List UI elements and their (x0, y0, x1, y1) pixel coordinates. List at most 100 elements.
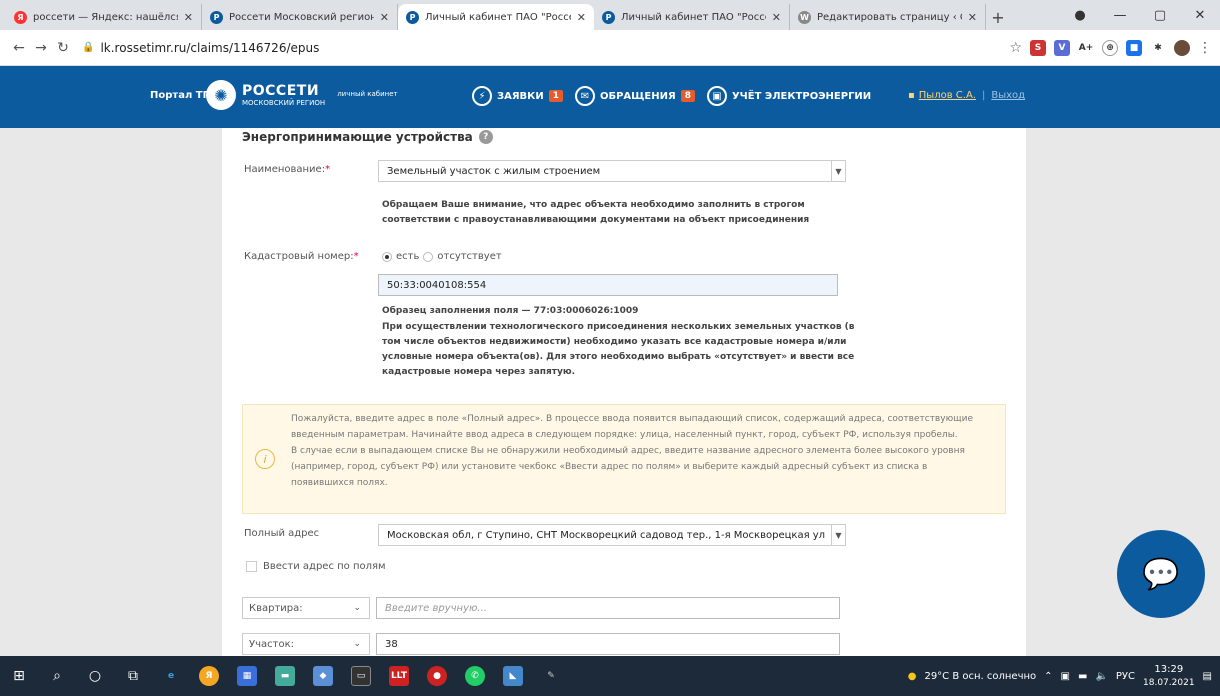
menu-icon[interactable]: ⋮ (1198, 40, 1212, 56)
cortana-icon[interactable]: ○ (76, 656, 114, 696)
star-icon[interactable]: ☆ (1009, 40, 1022, 56)
count-badge: 1 (548, 90, 563, 102)
extensions-bar: ☆ S V A+ ⊕ ■ ✱ ⋮ (1009, 39, 1212, 56)
browser-tab-strip: Я россети — Яндекс: нашёлся 1 млн ✕ Р Ро… (0, 0, 1220, 30)
llt-icon[interactable]: LLT (380, 656, 418, 696)
back-icon[interactable]: ← (8, 40, 30, 56)
extension-icon[interactable]: A+ (1078, 39, 1094, 56)
chevron-up-icon[interactable]: ⌃ (1044, 671, 1052, 682)
system-tray: ● 29°C В осн. солнечно ⌃ ▣ ▬ 🔈 РУС 13:29… (908, 656, 1220, 696)
logout-link[interactable]: Выход (991, 90, 1025, 101)
extension-icon[interactable]: ■ (1126, 39, 1142, 56)
language-indicator[interactable]: РУС (1116, 671, 1135, 682)
volume-icon[interactable]: 🔈 (1095, 671, 1107, 682)
user-name-link[interactable]: Пылов С.А. (919, 90, 976, 101)
globe-icon[interactable]: ⊕ (1102, 39, 1118, 56)
app-icon[interactable]: ◣ (494, 656, 532, 696)
chat-button[interactable]: 💬 (1117, 530, 1205, 618)
address-note: Обращаем Ваше внимание, что адрес объект… (382, 200, 810, 225)
required-mark: * (325, 164, 331, 175)
browser-tab-cabinet[interactable]: Р Личный кабинет ПАО "Россети" ✕ (594, 4, 790, 30)
close-icon[interactable]: ✕ (968, 11, 977, 24)
tab-title: россети — Яндекс: нашёлся 1 млн (33, 11, 178, 23)
name-label: Наименование:* (244, 164, 330, 175)
weather-text[interactable]: 29°C В осн. солнечно (924, 671, 1036, 682)
checkbox[interactable] (246, 561, 257, 572)
name-select[interactable]: Земельный участок с жилым строением ▼ (378, 160, 846, 182)
people-icon[interactable]: ◆ (304, 656, 342, 696)
task-view-icon[interactable]: ⧉ (114, 656, 152, 696)
nav-label: УЧЁТ ЭЛЕКТРОЭНЕРГИИ (731, 90, 872, 102)
help-icon[interactable]: ? (478, 130, 493, 144)
files-icon[interactable]: ▬ (266, 656, 304, 696)
chevron-down-icon: ⌄ (353, 603, 361, 613)
browser-tab-cabinet-active[interactable]: Р Личный кабинет ПАО "Россети" ✕ (398, 4, 594, 30)
checkbox-label: Ввести адрес по полям (263, 561, 386, 572)
forward-icon[interactable]: → (30, 40, 52, 56)
browser-tab-rosseti-region[interactable]: Р Россети Московский регион ✕ (202, 4, 398, 30)
nav-requests[interactable]: ⚡ ЗАЯВКИ 1 (472, 86, 563, 106)
apartment-input[interactable]: Введите вручную... (376, 597, 840, 619)
tab-title: Россети Московский регион (229, 11, 374, 23)
radio-no[interactable] (423, 251, 434, 262)
warning-text: Пожалуйста, введите адрес в поле «Полный… (291, 411, 991, 491)
info-icon: i (255, 449, 275, 469)
whatsapp-icon[interactable]: ✆ (456, 656, 494, 696)
cadastral-input[interactable]: 50:33:0040108:554 (378, 274, 838, 296)
address-bar[interactable]: 🔒 lk.rossetimr.ru/claims/1146726/epus (82, 41, 1009, 55)
browser-tab-edit-page[interactable]: W Редактировать страницу ‹ САЙТ ✕ (790, 4, 986, 30)
extension-icon[interactable]: S (1030, 39, 1046, 56)
page-content: Энергопринимающие устройства ? Наименова… (0, 128, 1220, 656)
close-icon[interactable]: ✕ (380, 11, 389, 24)
plot-input[interactable]: 38 (376, 633, 840, 655)
nav-metering[interactable]: ▣ УЧЁТ ЭЛЕКТРОЭНЕРГИИ (706, 86, 872, 106)
radio-no-label: отсутствует (437, 251, 502, 262)
record-icon[interactable]: ● (418, 656, 456, 696)
logo[interactable]: ✺ РОССЕТИ МОСКОВСКИЙ РЕГИОН личный кабин… (206, 80, 398, 110)
manual-address-checkbox[interactable]: Ввести адрес по полям (246, 561, 386, 572)
minimize-icon[interactable]: — (1100, 8, 1140, 23)
notifications-icon[interactable]: ▤ (1203, 671, 1212, 682)
battery-icon[interactable]: ▬ (1078, 671, 1087, 682)
extension-icon[interactable]: V (1054, 39, 1070, 56)
browser-tab-yandex[interactable]: Я россети — Яндекс: нашёлся 1 млн ✕ (6, 4, 202, 30)
search-icon[interactable]: ⌕ (38, 656, 76, 696)
monitor-icon[interactable]: ▭ (342, 656, 380, 696)
brand-subtitle: МОСКОВСКИЙ РЕГИОН (242, 98, 326, 107)
name-select-value: Земельный участок с жилым строением (387, 165, 601, 177)
clock[interactable]: 13:29 18.07.2021 (1143, 663, 1195, 690)
close-icon[interactable]: ✕ (577, 11, 586, 24)
maximize-icon[interactable]: ▢ (1140, 8, 1180, 23)
full-address-input[interactable]: Московская обл, г Ступино, СНТ Москворец… (378, 524, 846, 546)
lock-icon[interactable]: 🔒 (82, 42, 94, 53)
wordpress-icon: W (798, 10, 811, 24)
cadastral-label: Кадастровый номер:* (244, 251, 359, 262)
weather-icon[interactable]: ● (908, 671, 917, 682)
avatar[interactable] (1174, 39, 1190, 56)
browser-toolbar: ← → ↻ 🔒 lk.rossetimr.ru/claims/1146726/e… (0, 30, 1220, 66)
close-icon[interactable]: ✕ (184, 11, 193, 24)
store-icon[interactable]: ▦ (228, 656, 266, 696)
brush-icon[interactable]: ✎ (532, 656, 570, 696)
chevron-down-icon: ▼ (831, 161, 845, 181)
tray-app-icon[interactable]: ▣ (1061, 671, 1070, 682)
close-icon[interactable]: ✕ (772, 11, 781, 24)
chat-bubble-icon: 💬 (1142, 556, 1180, 592)
windows-start-icon[interactable]: ⊞ (0, 656, 38, 696)
plot-type-select[interactable]: Участок: ⌄ (242, 633, 370, 655)
mail-icon: ✉ (574, 86, 595, 106)
portal-link[interactable]: Портал ТП (150, 90, 211, 101)
puzzle-icon[interactable]: ✱ (1150, 39, 1166, 56)
nav-appeals[interactable]: ✉ ОБРАЩЕНИЯ 8 (574, 86, 695, 106)
close-window-icon[interactable]: ✕ (1180, 8, 1220, 23)
cadastral-label-text: Кадастровый номер: (244, 251, 354, 262)
new-tab-button[interactable]: + (986, 4, 1010, 30)
profile-icon[interactable]: ● (1060, 8, 1100, 23)
radio-yes[interactable] (382, 251, 392, 262)
yandex-browser-icon[interactable]: Я (190, 656, 228, 696)
edge-icon[interactable]: e (152, 656, 190, 696)
yandex-icon: Я (14, 10, 27, 24)
nav-label: ЗАЯВКИ (497, 90, 544, 102)
reload-icon[interactable]: ↻ (52, 40, 74, 56)
apartment-type-select[interactable]: Квартира: ⌄ (242, 597, 370, 619)
